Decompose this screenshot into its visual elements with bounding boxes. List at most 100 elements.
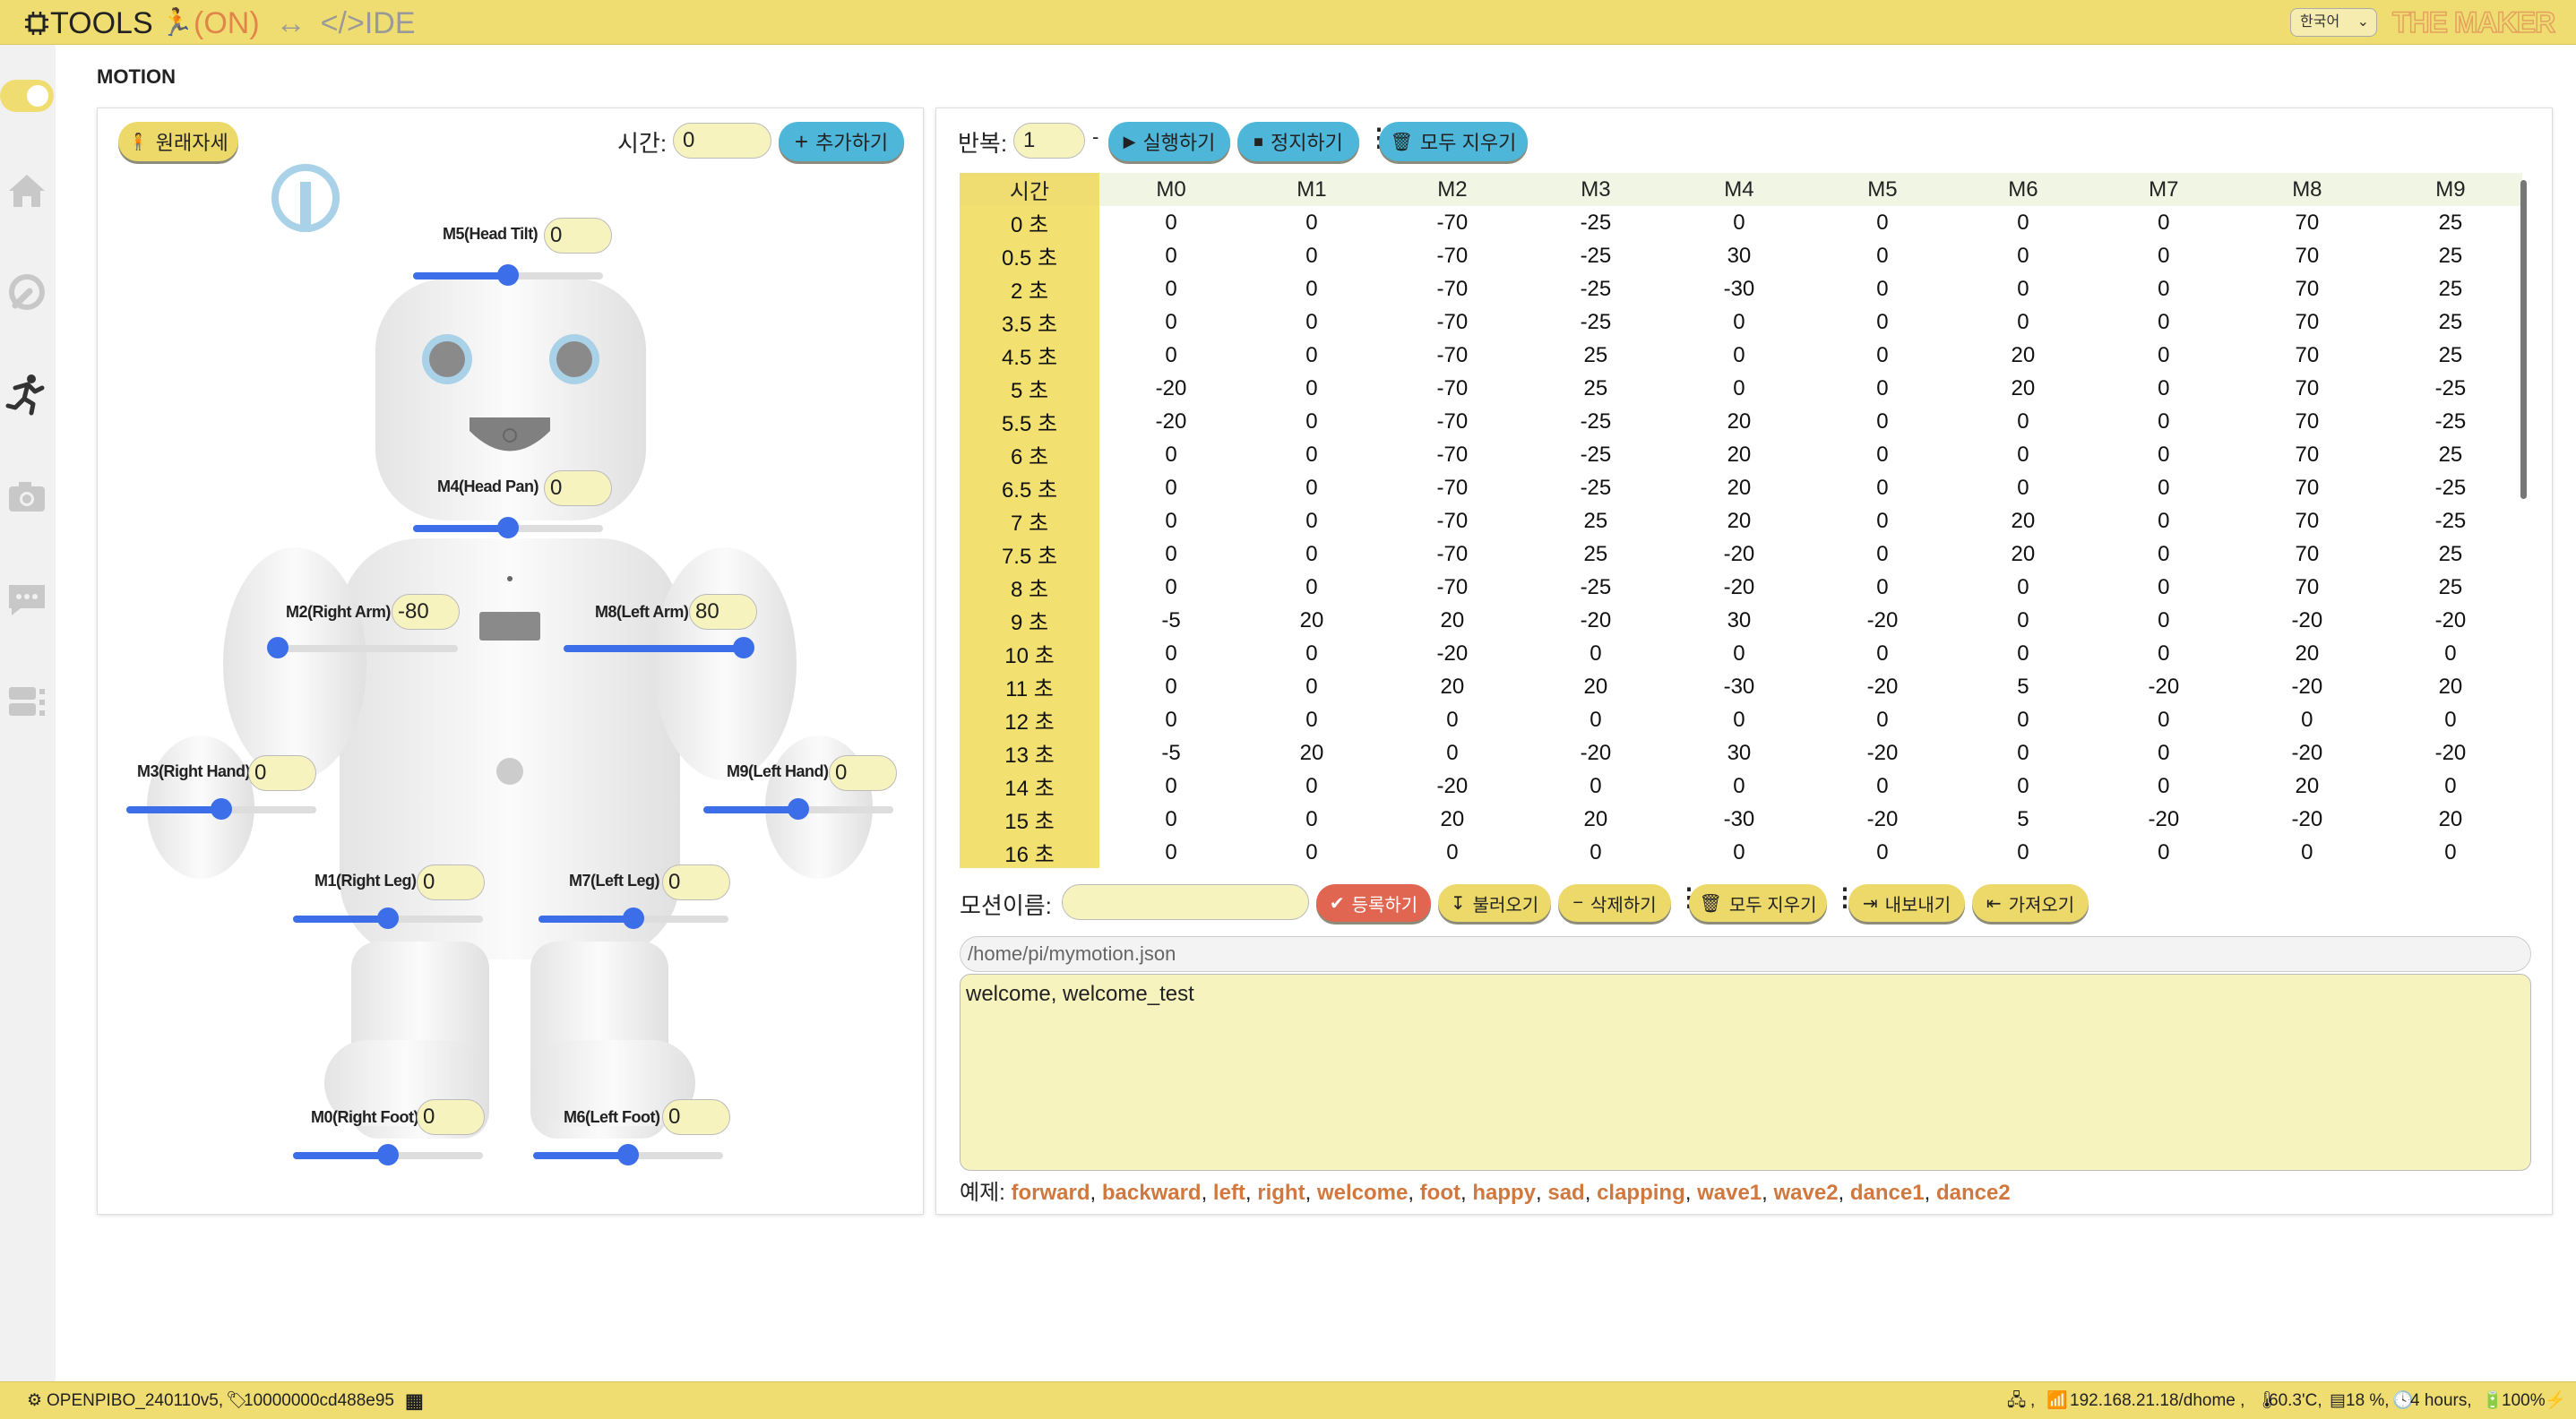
- example-link[interactable]: happy: [1472, 1181, 1536, 1205]
- example-link[interactable]: wave1: [1697, 1181, 1762, 1205]
- register-button[interactable]: ✔ 등록하기: [1316, 884, 1431, 922]
- table-row[interactable]: 6 초 0 0 -70 -25 20 0 0 0 70 25: [960, 438, 2522, 471]
- m2-slider[interactable]: [266, 637, 458, 658]
- arrow-icon[interactable]: ↔: [276, 5, 306, 41]
- export-button[interactable]: ⇥ 내보내기: [1848, 884, 1965, 922]
- ide-link[interactable]: </>IDE: [321, 5, 416, 41]
- table-row[interactable]: 13 초 -5 20 0 -20 30 -20 0 0 -20 -20: [960, 736, 2522, 770]
- motor-value-cell: 0: [1733, 309, 1745, 334]
- example-link[interactable]: foot: [1420, 1181, 1460, 1205]
- load-button[interactable]: ↧ 불러오기: [1438, 884, 1551, 922]
- m5-value-input[interactable]: 0: [544, 218, 612, 254]
- robot-control-panel: 🧍 원래자세 시간: 0 + 추가하기 M5(Head Tilt) 0 M4(H…: [97, 108, 924, 1215]
- qr-icon[interactable]: ▦: [405, 1382, 424, 1419]
- motor-value-cell: -30: [1723, 674, 1755, 699]
- run-button[interactable]: ▶ 실행하기: [1108, 122, 1230, 161]
- slider-thumb[interactable]: [623, 907, 644, 929]
- sidebar-item-camera[interactable]: [2, 471, 52, 521]
- delete-button[interactable]: − 삭제하기: [1558, 884, 1671, 922]
- sidebar-item-chat[interactable]: [2, 573, 52, 624]
- slider-thumb[interactable]: [211, 798, 232, 820]
- m6-slider[interactable]: [533, 1144, 723, 1165]
- example-link[interactable]: clapping: [1597, 1181, 1685, 1205]
- example-link[interactable]: dance1: [1850, 1181, 1925, 1205]
- example-link[interactable]: forward: [1012, 1181, 1090, 1205]
- m0-slider[interactable]: [293, 1144, 483, 1165]
- table-row[interactable]: 0.5 초 0 0 -70 -25 30 0 0 0 70 25: [960, 239, 2522, 272]
- motor-value-cell: -20: [2291, 607, 2323, 632]
- file-path-field[interactable]: /home/pi/mymotion.json: [960, 936, 2531, 972]
- m8-slider[interactable]: [564, 637, 755, 658]
- table-row[interactable]: 4.5 초 0 0 -70 25 0 0 20 0 70 25: [960, 339, 2522, 372]
- table-row[interactable]: 16 초 0 0 0 0 0 0 0 0 0 0: [960, 836, 2522, 868]
- sidebar-item-home[interactable]: [2, 165, 52, 215]
- m7-value-input[interactable]: 0: [662, 864, 730, 900]
- sidebar-item-motion[interactable]: [2, 369, 52, 419]
- example-link[interactable]: welcome: [1317, 1181, 1408, 1205]
- m1-slider[interactable]: [293, 907, 483, 929]
- slider-thumb[interactable]: [617, 1144, 639, 1165]
- example-link[interactable]: right: [1257, 1181, 1305, 1205]
- m5-slider[interactable]: [413, 264, 603, 286]
- table-row[interactable]: 5.5 초 -20 0 -70 -25 20 0 0 0 70 -25: [960, 405, 2522, 438]
- table-row[interactable]: 0 초 0 0 -70 -25 0 0 0 0 70 25: [960, 206, 2522, 239]
- table-row[interactable]: 15 초 0 0 20 20 -30 -20 5 -20 -20 20: [960, 803, 2522, 836]
- table-row[interactable]: 3.5 초 0 0 -70 -25 0 0 0 0 70 25: [960, 305, 2522, 339]
- m4-value-input[interactable]: 0: [544, 470, 612, 506]
- stop-button[interactable]: ■ 정지하기: [1237, 122, 1359, 161]
- column-header: 시간: [960, 173, 1099, 206]
- m0-value-input[interactable]: 0: [417, 1099, 485, 1135]
- motor-value-cell: 0: [1305, 442, 1318, 467]
- motor-value-cell: 0: [1165, 839, 1177, 864]
- import-button[interactable]: ⇤ 가져오기: [1972, 884, 2089, 922]
- m9-value-input[interactable]: 0: [829, 755, 897, 791]
- m3-slider[interactable]: [126, 798, 316, 820]
- motor-value-cell: 25: [2438, 574, 2463, 599]
- sidebar-item-tools[interactable]: [2, 267, 52, 317]
- table-scrollbar[interactable]: [2520, 180, 2527, 499]
- slider-thumb[interactable]: [377, 1144, 399, 1165]
- table-row[interactable]: 2 초 0 0 -70 -25 -30 0 0 0 70 25: [960, 272, 2522, 305]
- table-row[interactable]: 9 초 -5 20 20 -20 30 -20 0 0 -20 -20: [960, 604, 2522, 637]
- motion-name-input[interactable]: [1062, 884, 1309, 920]
- slider-thumb[interactable]: [497, 517, 519, 538]
- table-row[interactable]: 10 초 0 0 -20 0 0 0 0 0 20 0: [960, 637, 2522, 670]
- table-row[interactable]: 7.5 초 0 0 -70 25 -20 0 20 0 70 25: [960, 538, 2522, 571]
- table-row[interactable]: 8 초 0 0 -70 -25 -20 0 0 0 70 25: [960, 571, 2522, 604]
- sidebar-toggle[interactable]: [0, 80, 54, 112]
- motion-name-label: 모션이름:: [960, 892, 1052, 919]
- motor-value-cell: 0: [1165, 674, 1177, 699]
- motion-table-container[interactable]: 시간 M0 M1 M2 M3 M4 M5 M6 M7 M8 M9 0 초 0 0 -70 -25 0 0 0 0 70…: [960, 173, 2528, 868]
- example-link[interactable]: sad: [1547, 1181, 1584, 1205]
- table-row[interactable]: 12 초 0 0 0 0 0 0 0 0 0 0: [960, 703, 2522, 736]
- m2-value-input[interactable]: -80: [392, 594, 460, 630]
- m6-value-input[interactable]: 0: [662, 1099, 730, 1135]
- example-link[interactable]: left: [1213, 1181, 1245, 1205]
- m7-slider[interactable]: [538, 907, 728, 929]
- table-row[interactable]: 6.5 초 0 0 -70 -25 20 0 0 0 70 -25: [960, 471, 2522, 504]
- table-row[interactable]: 11 초 0 0 20 20 -30 -20 5 -20 -20 20: [960, 670, 2522, 703]
- table-row[interactable]: 7 초 0 0 -70 25 20 0 20 0 70 -25: [960, 504, 2522, 538]
- sidebar-item-devices[interactable]: [2, 675, 52, 726]
- m8-value-input[interactable]: 80: [689, 594, 757, 630]
- slider-thumb[interactable]: [266, 637, 289, 658]
- m3-value-input[interactable]: 0: [248, 755, 316, 791]
- slider-thumb[interactable]: [377, 907, 399, 929]
- slider-thumb[interactable]: [497, 264, 519, 286]
- motor-value-cell: 0: [1446, 707, 1459, 732]
- table-row[interactable]: 14 초 0 0 -20 0 0 0 0 0 20 0: [960, 770, 2522, 803]
- slider-thumb[interactable]: [788, 798, 809, 820]
- m9-slider[interactable]: [703, 798, 893, 820]
- language-select[interactable]: 한국어 ⌄: [2290, 8, 2377, 37]
- m1-value-input[interactable]: 0: [417, 864, 485, 900]
- example-link[interactable]: dance2: [1936, 1181, 2011, 1205]
- example-link[interactable]: wave2: [1773, 1181, 1838, 1205]
- example-link[interactable]: backward: [1102, 1181, 1202, 1205]
- motion-list-textarea[interactable]: welcome, welcome_test: [960, 974, 2531, 1171]
- table-row[interactable]: 5 초 -20 0 -70 25 0 0 20 0 70 -25: [960, 372, 2522, 405]
- m4-slider[interactable]: [413, 517, 603, 538]
- clear-all-motions-button[interactable]: 🗑 모두 지우기: [1689, 884, 1827, 922]
- repeat-input[interactable]: 1: [1013, 123, 1085, 159]
- motor-value-cell: 20: [1299, 607, 1324, 632]
- clear-all-button[interactable]: 🗑 모두 지우기: [1379, 122, 1528, 161]
